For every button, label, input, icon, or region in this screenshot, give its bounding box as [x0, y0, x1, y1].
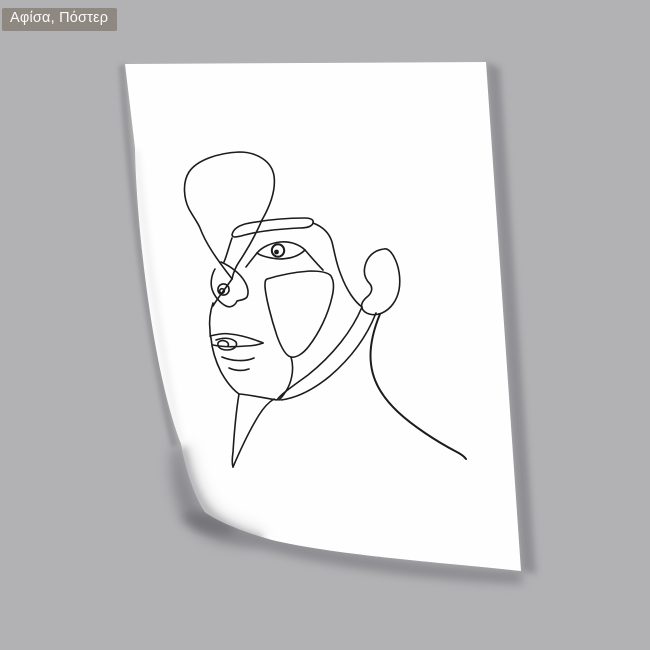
category-badge: Αφίσα, Πόστερ: [2, 8, 118, 31]
product-photo-stage: Αφίσα, Πόστερ: [0, 0, 650, 650]
category-badge-label: Αφίσα, Πόστερ: [10, 10, 109, 26]
poster-scene: [0, 0, 650, 650]
pupil-dot: [274, 249, 279, 255]
